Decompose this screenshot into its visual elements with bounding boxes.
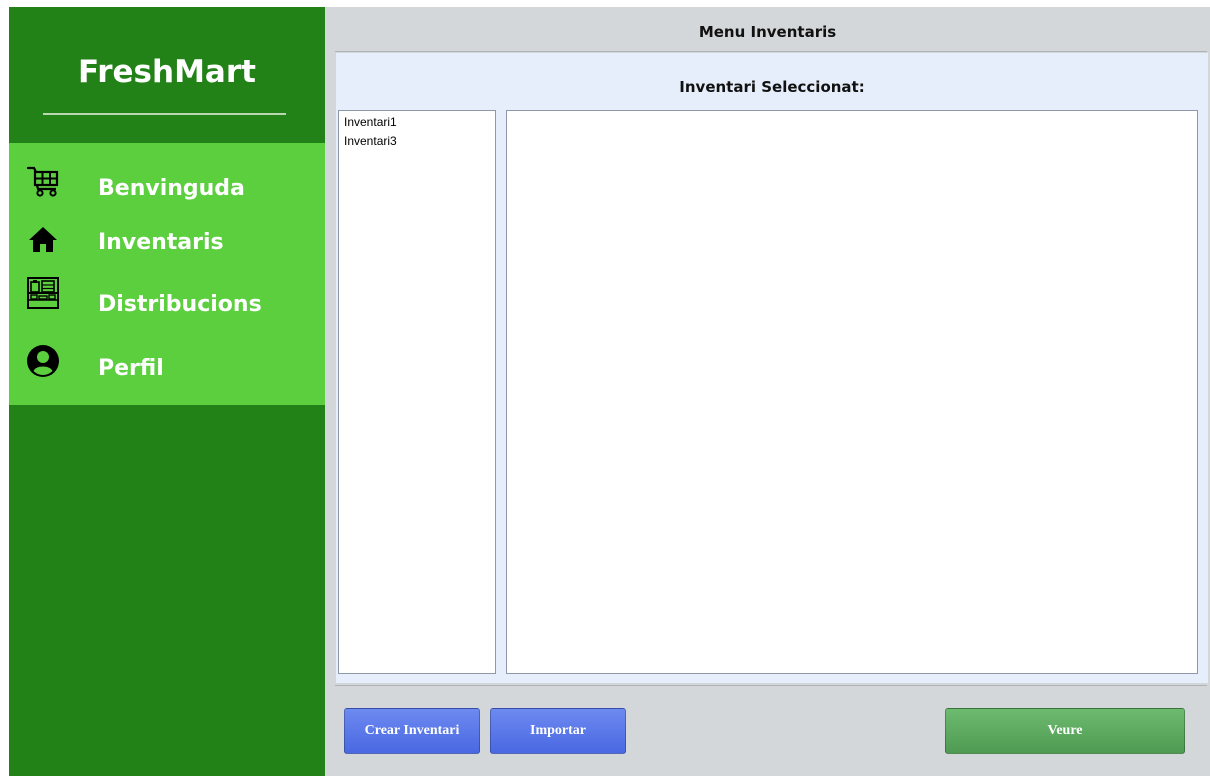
list-item[interactable]: Inventari3 (344, 135, 495, 154)
brand-header: FreshMart (9, 7, 325, 143)
import-button[interactable]: Importar (490, 708, 626, 754)
selected-inventory-label: Inventari Seleccionat: (679, 78, 865, 96)
inventory-list[interactable]: Inventari1 Inventari3 (338, 110, 496, 674)
sidebar-item-label: Perfil (98, 356, 164, 381)
footer-divider (335, 685, 1207, 686)
store-shelf-icon (25, 276, 61, 312)
sidebar-item-distribucions[interactable]: Distribucions (9, 275, 325, 331)
create-inventory-button[interactable]: Crear Inventari (344, 708, 480, 754)
sidebar-item-label: Distribucions (98, 292, 262, 317)
sidebar-nav: Benvinguda Inventaris Distribucions Perf… (9, 143, 325, 405)
sidebar-item-label: Benvinguda (98, 176, 245, 201)
sidebar-item-perfil[interactable]: Perfil (9, 341, 325, 397)
brand-title: FreshMart (78, 54, 256, 90)
inventory-content: Inventari Seleccionat: Inventari1 Invent… (336, 53, 1208, 683)
page-title: Menu Inventaris (698, 23, 837, 41)
header-divider (335, 51, 1207, 52)
inventory-detail-panel[interactable] (506, 110, 1198, 674)
list-item[interactable]: Inventari1 (344, 116, 495, 135)
view-button[interactable]: Veure (945, 708, 1185, 754)
sidebar-item-label: Inventaris (98, 230, 224, 255)
sidebar: FreshMart Benvinguda Inventaris Distribu… (9, 7, 325, 776)
user-profile-icon (25, 343, 61, 379)
brand-divider (43, 113, 286, 115)
main-panel: Menu Inventaris Inventari Seleccionat: I… (325, 7, 1210, 776)
sidebar-item-inventaris[interactable]: Inventaris (9, 217, 325, 273)
main-header: Menu Inventaris (325, 7, 1210, 51)
sidebar-item-benvinguda[interactable]: Benvinguda (9, 159, 325, 215)
home-icon (25, 221, 61, 257)
shopping-cart-icon (25, 163, 61, 199)
